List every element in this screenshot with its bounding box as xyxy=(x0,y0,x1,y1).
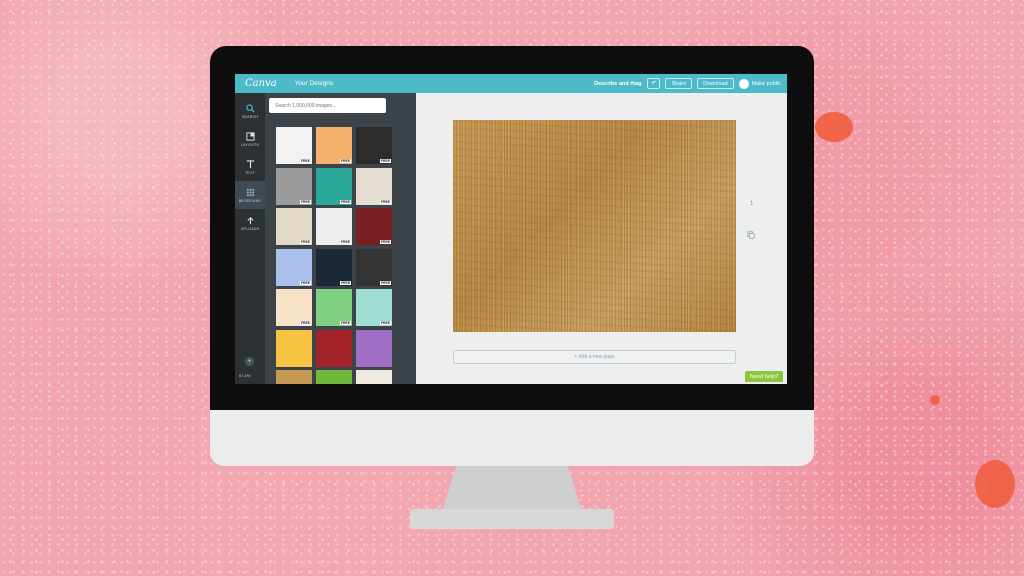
page-number: 1 xyxy=(750,201,754,207)
background-tile[interactable]: FREE xyxy=(316,127,352,164)
free-badge: FREE xyxy=(299,321,311,325)
background-tile[interactable]: FREE xyxy=(276,289,312,326)
nav-layouts[interactable]: LAYOUTS xyxy=(235,125,265,153)
background-tile[interactable]: FREE xyxy=(276,127,312,164)
zoom-level[interactable]: 67.4% xyxy=(239,373,250,378)
free-badge: FREE xyxy=(299,199,311,204)
left-nav: SEARCH LAYOUTS TEXT BKGROUND UPLOADS + 6… xyxy=(235,93,265,384)
free-badge: FREE xyxy=(339,159,351,163)
free-badge: FREE xyxy=(299,159,311,163)
upload-icon xyxy=(245,215,255,225)
nav-label: SEARCH xyxy=(241,115,259,119)
make-public-label: Make public xyxy=(751,80,781,87)
paint-splash xyxy=(930,395,940,405)
add-page-button[interactable]: + Add a new page xyxy=(453,350,736,364)
background-tile[interactable]: FREE xyxy=(316,208,352,245)
undo-button[interactable]: ↶ xyxy=(647,78,661,89)
nav-label: BKGROUND xyxy=(238,199,262,203)
background-tile[interactable]: FREE xyxy=(356,208,392,245)
free-badge: FREE xyxy=(299,280,311,285)
make-public-toggle[interactable]: Make public xyxy=(738,78,781,89)
background-tile[interactable]: FREE xyxy=(316,289,352,326)
monitor: Canva Your Designs Describe and #tag ↶ S… xyxy=(210,46,814,529)
nav-background[interactable]: BKGROUND xyxy=(235,181,265,209)
nav-search[interactable]: SEARCH xyxy=(235,97,265,125)
background-tile[interactable]: FREE xyxy=(276,208,312,245)
background-tile[interactable]: FREE xyxy=(356,167,392,205)
nav-uploads[interactable]: UPLOADS xyxy=(235,209,265,237)
text-icon xyxy=(245,159,255,169)
search-icon xyxy=(245,103,255,113)
nav-text[interactable]: TEXT xyxy=(235,153,265,181)
share-button[interactable]: Share xyxy=(665,78,693,89)
design-page[interactable] xyxy=(453,120,736,332)
add-button[interactable]: + xyxy=(245,357,254,366)
canvas-area: 1 + Add a new page Need help? xyxy=(416,93,787,384)
background-tile[interactable] xyxy=(276,329,312,367)
background-tile[interactable]: FREE xyxy=(276,167,312,205)
background-icon xyxy=(245,187,255,197)
canva-logo[interactable]: Canva xyxy=(245,78,277,89)
toggle-knob xyxy=(738,78,749,89)
nav-label: TEXT xyxy=(245,171,255,175)
background-tile[interactable] xyxy=(316,370,352,384)
free-badge: FREE xyxy=(379,321,391,325)
free-badge: FREE xyxy=(339,280,351,285)
search-input[interactable] xyxy=(269,98,386,113)
free-badge: FREE xyxy=(379,280,391,285)
free-badge: FREE xyxy=(339,199,351,204)
nav-label: UPLOADS xyxy=(240,227,260,231)
free-badge: FREE xyxy=(379,240,391,244)
screen: Canva Your Designs Describe and #tag ↶ S… xyxy=(235,74,787,384)
background-tile[interactable]: FREE xyxy=(356,289,392,326)
need-help-button[interactable]: Need help? xyxy=(745,371,783,382)
free-badge: FREE xyxy=(339,321,351,325)
background-tile[interactable]: FREE xyxy=(356,248,392,286)
background-tile[interactable]: FREE xyxy=(276,248,312,286)
monitor-chin xyxy=(210,410,814,466)
background-tile[interactable]: FREE xyxy=(316,167,352,205)
background-tile[interactable] xyxy=(276,370,312,384)
your-designs-link[interactable]: Your Designs xyxy=(295,80,333,87)
download-button[interactable]: Download xyxy=(697,78,734,89)
background-tile[interactable]: FREE xyxy=(316,248,352,286)
free-badge: FREE xyxy=(379,159,391,163)
monitor-stand-neck xyxy=(442,466,582,512)
nav-label: LAYOUTS xyxy=(241,143,259,147)
layouts-icon xyxy=(245,131,255,141)
free-badge: FREE xyxy=(379,199,391,204)
background-tile[interactable] xyxy=(316,329,352,367)
background-tile[interactable] xyxy=(356,329,392,367)
paint-splash xyxy=(815,112,853,142)
copy-page-icon[interactable] xyxy=(747,226,755,239)
top-bar: Canva Your Designs Describe and #tag ↶ S… xyxy=(235,74,787,93)
free-badge: FREE xyxy=(339,240,351,244)
design-title[interactable]: Describe and #tag xyxy=(594,81,641,87)
monitor-stand-foot xyxy=(410,509,614,529)
background-tile[interactable]: FREE xyxy=(356,127,392,164)
background-tile[interactable] xyxy=(356,370,392,384)
free-badge: FREE xyxy=(299,240,311,244)
paint-splash xyxy=(975,460,1015,508)
